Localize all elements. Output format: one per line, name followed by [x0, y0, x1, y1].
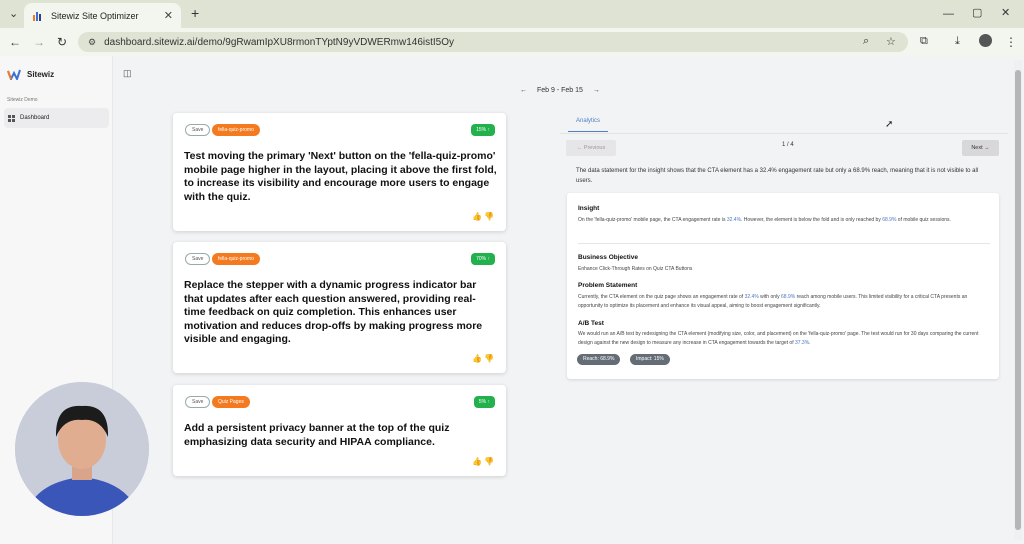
suggestion-text: Replace the stepper with a dynamic progr… [184, 279, 483, 345]
lift-badge: 15% ↑ [471, 124, 495, 136]
sidebar-toggle-icon[interactable]: ◫ [123, 68, 132, 79]
tab-divider [560, 133, 1008, 134]
url-text: dashboard.sitewiz.ai/demo/9gRwamIpXU8rmo… [104, 36, 455, 48]
download-icon[interactable]: ⤓ [955, 35, 960, 48]
close-window-icon[interactable]: ✕ [1001, 7, 1010, 19]
scrollbar-thumb[interactable] [1015, 70, 1021, 530]
sidebar-item-label: Dashboard [20, 115, 50, 121]
webcam-overlay [15, 382, 149, 516]
suggestion-card[interactable]: Save fella-quiz-promo 15% ↑ Test moving … [173, 113, 506, 231]
mouse-cursor-icon: ➚ [885, 119, 894, 130]
address-bar[interactable]: ⚙ dashboard.sitewiz.ai/demo/9gRwamIpXU8r… [78, 32, 908, 52]
app-root: Sitewiz Sitewiz Demo Dashboard ◫ ← Feb 9… [0, 56, 1024, 544]
page-tag: Quiz Pages [212, 396, 250, 408]
impact-badge: Impact: 15% [630, 354, 670, 365]
profile-avatar[interactable] [979, 34, 992, 47]
brand-name: Sitewiz [27, 69, 55, 79]
new-tab-icon[interactable]: + [191, 6, 199, 20]
minimize-icon[interactable]: — [943, 8, 954, 20]
forward-icon[interactable]: → [33, 35, 45, 49]
next-week-arrow-icon[interactable]: → [593, 87, 600, 94]
date-navigator: ← Feb 9 - Feb 15 → [520, 87, 600, 94]
suggestion-card[interactable]: Save fella-quiz-promo 70% ↑ Replace the … [173, 242, 506, 373]
sidebar-item-dashboard[interactable]: Dashboard [4, 108, 109, 128]
insight-text: On the 'fella-quiz-promo' mobile page, t… [578, 217, 951, 223]
tab-strip: ⌄ Sitewiz Site Optimizer ✕ + — ▢ ✕ [0, 0, 1024, 28]
extensions-icon[interactable]: ⧉ [920, 35, 928, 48]
suggestion-text: Test moving the primary 'Next' button on… [184, 150, 497, 203]
sidebar-section-label: Sitewiz Demo [7, 97, 38, 103]
page-indicator: 1 / 4 [782, 142, 794, 148]
sitewiz-logo-icon [7, 69, 21, 80]
prev-week-arrow-icon[interactable]: ← [520, 87, 527, 94]
suggestion-card[interactable]: Save Quiz Pages 5% ↑ Add a persistent pr… [173, 385, 506, 476]
divider [578, 243, 990, 244]
browser-tab[interactable]: Sitewiz Site Optimizer ✕ [24, 3, 181, 28]
back-icon[interactable]: ← [9, 35, 21, 49]
scrollbar[interactable] [1014, 60, 1022, 540]
data-statement: The data statement for the insight shows… [576, 168, 979, 184]
grid-icon [8, 114, 15, 122]
thumbs-up-icon[interactable]: 👍 [472, 354, 482, 363]
person-icon [15, 382, 149, 516]
reach-badge: Reach: 68.9% [577, 354, 621, 365]
problem-heading: Problem Statement [578, 282, 638, 289]
ab-test-heading: A/B Test [578, 320, 604, 327]
analytics-panel: Analytics ← Previous 1 / 4 Next → The da… [560, 112, 1008, 532]
menu-kebab-icon[interactable]: ⋮ [1005, 35, 1017, 49]
tab-analytics[interactable]: Analytics [568, 118, 608, 132]
close-tab-icon[interactable]: ✕ [164, 9, 173, 22]
thumbs-down-icon[interactable]: 👎 [484, 354, 494, 363]
browser-chrome: ⌄ Sitewiz Site Optimizer ✕ + — ▢ ✕ ← → ↻… [0, 0, 1024, 56]
lift-badge: 5% ↑ [473, 396, 495, 408]
thumbs-down-icon[interactable]: 👎 [484, 212, 494, 221]
thumbs-up-icon[interactable]: 👍 [472, 212, 482, 221]
thumbs-up-icon[interactable]: 👍 [472, 457, 482, 466]
insight-card: Insight On the 'fella-quiz-promo' mobile… [567, 193, 999, 379]
save-button[interactable]: Save [185, 396, 211, 408]
brand-logo[interactable]: Sitewiz [7, 68, 54, 80]
zoom-icon[interactable]: ⌕ [863, 35, 869, 48]
insight-heading: Insight [578, 205, 600, 212]
objective-heading: Business Objective [578, 254, 638, 261]
problem-text: Currently, the CTA element on the quiz p… [578, 294, 968, 309]
save-button[interactable]: Save [185, 124, 211, 136]
reload-icon[interactable]: ↻ [57, 35, 67, 49]
address-row: ← → ↻ ⚙ dashboard.sitewiz.ai/demo/9gRwam… [0, 28, 1024, 56]
tab-title: Sitewiz Site Optimizer [51, 10, 139, 21]
sitewiz-favicon-icon [33, 11, 41, 21]
tab-search-icon[interactable]: ⌄ [9, 8, 18, 20]
maximize-icon[interactable]: ▢ [972, 7, 982, 19]
ab-test-text: We would run an A/B test by redesigning … [578, 331, 979, 346]
previous-button[interactable]: ← Previous [566, 140, 616, 156]
page-tag: fella-quiz-promo [212, 124, 260, 136]
site-info-icon[interactable]: ⚙ [88, 37, 96, 48]
page-tag: fella-quiz-promo [212, 253, 260, 265]
thumbs-down-icon[interactable]: 👎 [484, 457, 494, 466]
next-button[interactable]: Next → [962, 140, 999, 156]
suggestion-text: Add a persistent privacy banner at the t… [184, 422, 450, 448]
bookmark-star-icon[interactable]: ☆ [886, 35, 896, 48]
save-button[interactable]: Save [185, 253, 211, 265]
objective-text: Enhance Click-Through Rates on Quiz CTA … [578, 266, 693, 272]
date-range: Feb 9 - Feb 15 [537, 87, 583, 94]
lift-badge: 70% ↑ [471, 253, 495, 265]
